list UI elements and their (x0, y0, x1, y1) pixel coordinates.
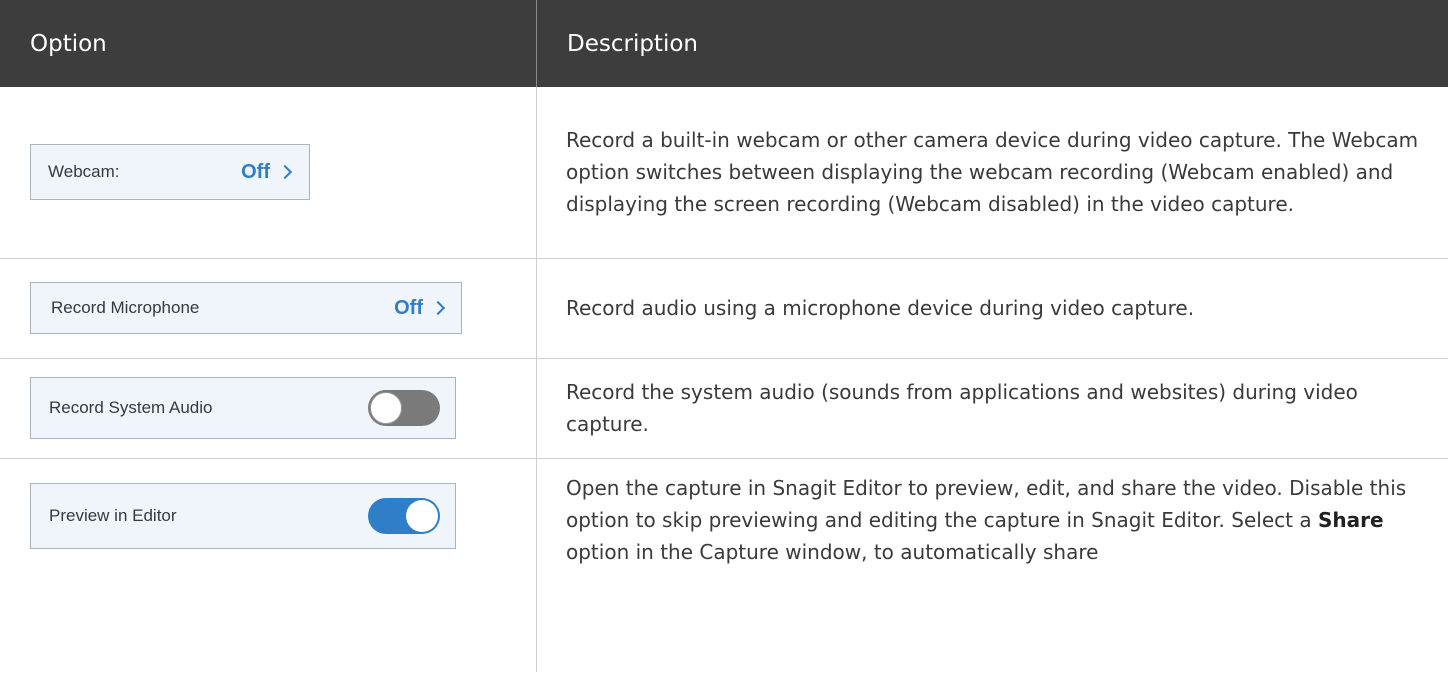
webcam-value-text: Off (241, 160, 270, 183)
table-header-row: Option Description (0, 0, 1448, 87)
record-system-audio-label: Record System Audio (49, 398, 213, 417)
option-cell: Webcam: Off (0, 87, 537, 259)
record-microphone-label: Record Microphone (51, 298, 200, 317)
record-system-audio-option: Record System Audio (30, 377, 456, 439)
chevron-right-icon (430, 300, 446, 316)
preview-in-editor-option: Preview in Editor (30, 482, 456, 549)
preview-in-editor-label: Preview in Editor (49, 505, 177, 525)
record-microphone-value-text: Off (394, 296, 423, 319)
header-description: Description (536, 0, 1448, 87)
share-emphasis: Share (1317, 507, 1384, 532)
description-text: Open the capture in Snagit Editor to pre… (566, 475, 1407, 532)
webcam-option-button[interactable]: Webcam: Off (30, 144, 310, 201)
options-table: Option Description Webcam: Off Record a … (0, 0, 1448, 672)
option-cell: Record Microphone Off (0, 258, 537, 359)
table-row: Record Microphone Off Record audio using… (0, 258, 1448, 359)
record-system-audio-toggle[interactable] (368, 390, 440, 426)
description-text: option in the Capture window, to automat… (566, 539, 1099, 564)
description-cell: Open the capture in Snagit Editor to pre… (537, 458, 1448, 672)
record-microphone-button[interactable]: Record Microphone Off (30, 282, 462, 334)
option-cell: Record System Audio (0, 358, 537, 459)
record-microphone-value: Off (394, 296, 446, 320)
preview-in-editor-toggle[interactable] (368, 497, 440, 534)
description-cell: Record the system audio (sounds from app… (536, 358, 1448, 459)
chevron-right-icon (277, 165, 293, 180)
toggle-knob (370, 392, 402, 424)
toggle-knob (406, 499, 438, 532)
description-cell: Record audio using a microphone device d… (536, 258, 1448, 359)
webcam-value: Off (241, 160, 293, 184)
header-option: Option (0, 0, 537, 87)
table-row: Webcam: Off Record a built-in webcam or … (0, 87, 1448, 259)
table-row: Preview in Editor Open the capture in Sn… (0, 458, 1448, 672)
table-row: Record System Audio Record the system au… (0, 358, 1448, 459)
webcam-label: Webcam: (48, 162, 120, 182)
description-cell: Record a built-in webcam or other camera… (536, 87, 1448, 259)
option-cell: Preview in Editor (0, 458, 537, 672)
